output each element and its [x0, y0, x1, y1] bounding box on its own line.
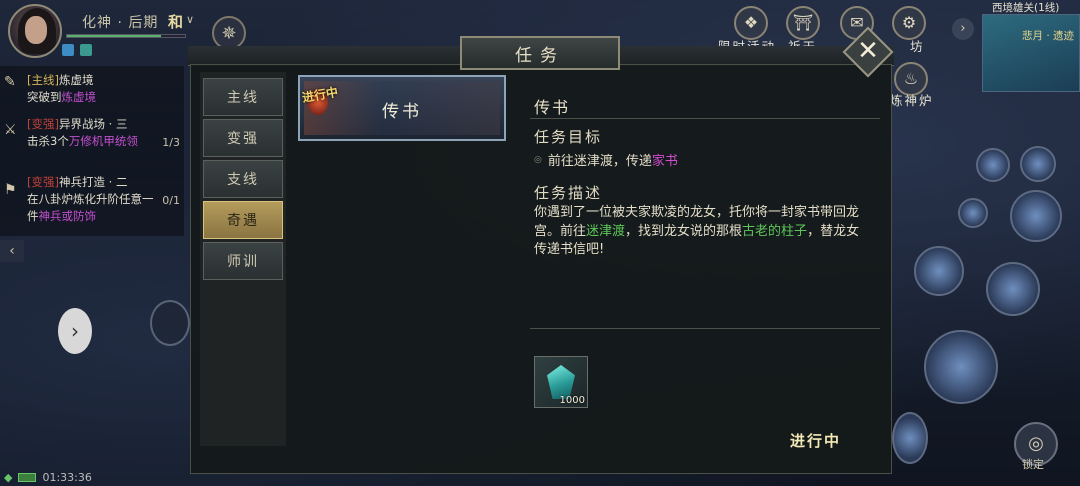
tab-training[interactable]: 师训: [203, 242, 283, 280]
minimap[interactable]: [982, 14, 1080, 92]
tab-encounter[interactable]: 奇遇: [203, 201, 283, 239]
device-status-bar: ◆ 01:33:36: [0, 468, 190, 486]
quest-status: 进行中: [790, 432, 842, 450]
tracker-item[interactable]: [变强]异界战场 · 三 击杀3个万修机甲统领 1/3: [27, 116, 184, 150]
tracker-tag: [变强]: [27, 175, 59, 189]
crystal-icon: [547, 365, 575, 399]
tracker-desc: 突破到: [27, 90, 62, 104]
event-icon[interactable]: ❖: [734, 6, 768, 40]
realm-badge: 和: [168, 13, 184, 31]
bag-icon[interactable]: [976, 148, 1010, 182]
avatar-face: [25, 16, 47, 44]
tracker-highlight: 神兵或防饰: [38, 209, 97, 223]
tracker-title: 异界战场 · 三: [58, 117, 128, 131]
tab-side-quest[interactable]: 支线: [203, 160, 283, 198]
quest-tracker: ✎ [主线]炼虚境 突破到炼虚境 ⚔ [变强]异界战场 · 三 击杀3个万修机甲…: [0, 66, 184, 236]
attack-sword-icon[interactable]: [924, 330, 998, 404]
desc-text: ，找到龙女说的那根: [625, 223, 743, 239]
divider: [530, 328, 880, 329]
quest-description: 你遇到了一位被夫家欺凌的龙女，托你将一封家书带回龙宫。前往迷津渡，找到龙女说的那…: [534, 204, 864, 260]
player-avatar[interactable]: [8, 4, 62, 58]
workshop-icon[interactable]: ⚙: [892, 6, 926, 40]
minimap-place: 悲月 · 遗迹: [1022, 30, 1075, 42]
tracker-item[interactable]: [变强]神兵打造 · 二 在八卦炉炼化升阶任意一件神兵或防饰 0/1: [27, 174, 184, 225]
joystick-ring[interactable]: [150, 300, 190, 346]
activity-label: 坊: [910, 39, 925, 54]
wifi-icon: ◆: [4, 470, 13, 484]
window-title: 任务: [515, 45, 565, 66]
tab-upgrade[interactable]: 变强: [203, 119, 283, 157]
tracker-title: 炼虚境: [58, 73, 94, 87]
tracker-highlight: 万修机甲统领: [68, 134, 138, 148]
mount-icon[interactable]: [1020, 146, 1056, 182]
quest-detail-title: 传书: [534, 98, 571, 117]
reward-quantity: 1000: [559, 395, 585, 406]
battery-icon: [18, 472, 37, 482]
skill-1-icon[interactable]: [914, 246, 964, 296]
skill-2-icon[interactable]: [986, 262, 1040, 316]
tracker-item[interactable]: [主线]炼虚境 突破到炼虚境: [27, 72, 184, 106]
bullet-icon: ◎: [534, 154, 542, 165]
tracker-count: 1/3: [162, 136, 180, 149]
quest-objective: ◎ 前往迷津渡，传递 家书: [534, 150, 678, 169]
tracker-tag: [变强]: [27, 117, 59, 131]
objective-highlight: 家书: [651, 154, 678, 169]
tracker-count: 0/1: [162, 194, 180, 207]
expand-arrow-icon[interactable]: ›: [58, 308, 92, 354]
emblem-icon[interactable]: ✵: [212, 16, 246, 50]
taiji-skill-icon[interactable]: [1010, 190, 1062, 242]
skill-switch-arrow-icon[interactable]: [958, 198, 988, 228]
tracker-upgrade-icon: ⚔: [4, 122, 17, 138]
minimap-toggle-arrow-icon[interactable]: ›: [952, 18, 974, 40]
tab-main-quest[interactable]: 主线: [203, 78, 283, 116]
desc-location: 迷津渡: [586, 223, 626, 239]
tracker-desc: 击杀3个: [27, 134, 69, 148]
skill-3-icon[interactable]: [892, 412, 928, 464]
collapse-tracker-arrow-icon[interactable]: ‹: [0, 240, 24, 262]
reward-item[interactable]: 1000: [534, 356, 588, 408]
window-title-plate: 任务: [460, 36, 620, 70]
close-icon[interactable]: ✕: [850, 34, 886, 70]
minimap-title: 西境雄关(1线): [992, 2, 1060, 14]
objective-heading: 任务目标: [534, 128, 603, 146]
description-heading: 任务描述: [534, 184, 603, 202]
lock-label: 锁定: [1022, 458, 1044, 471]
clock-time: 01:33:36: [42, 470, 92, 484]
furnace-label: 炼神炉: [890, 93, 934, 108]
tracker-forge-icon: ⚑: [4, 182, 17, 198]
tracker-title: 神兵打造 · 二: [58, 175, 128, 189]
pray-icon[interactable]: ⛩: [786, 6, 820, 40]
player-hp-bar: [66, 34, 186, 38]
tracker-highlight: 炼虚境: [61, 90, 97, 104]
team-icon[interactable]: [80, 44, 92, 56]
tracker-tag: [主线]: [27, 73, 59, 87]
buff-icon[interactable]: [62, 44, 74, 56]
hp-bar-fill: [67, 35, 162, 37]
objective-text: 前往迷津渡，传递: [547, 154, 652, 169]
divider: [530, 118, 880, 119]
player-realm: 化神 · 后期: [82, 15, 159, 31]
chevron-down-icon[interactable]: ∨: [186, 13, 194, 26]
desc-target: 古老的柱子: [742, 223, 808, 239]
tracker-main-icon: ✎: [4, 74, 16, 90]
